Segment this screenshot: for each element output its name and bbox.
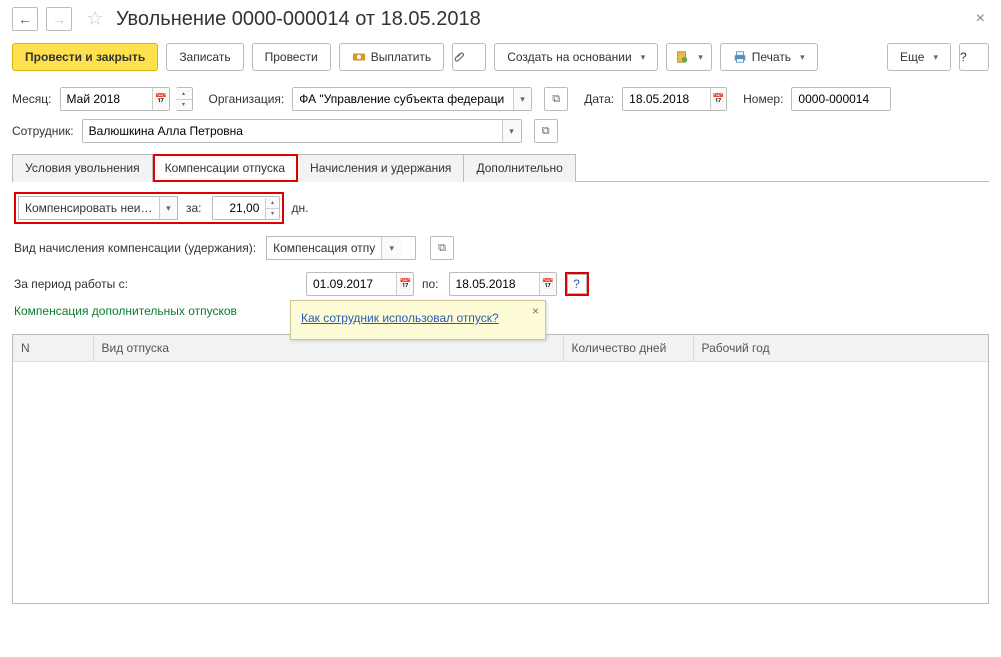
col-n[interactable]: N: [13, 335, 93, 362]
col-year[interactable]: Рабочий год: [693, 335, 988, 362]
org-field[interactable]: [292, 87, 532, 111]
period-from-input[interactable]: [307, 277, 396, 291]
post-button[interactable]: Провести: [252, 43, 331, 71]
employee-label: Сотрудник:: [12, 124, 74, 138]
document-icon: [675, 50, 689, 64]
calendar-icon[interactable]: [710, 88, 727, 110]
stepper-up[interactable]: ▴: [176, 89, 192, 100]
employee-field[interactable]: [82, 119, 522, 143]
month-label: Месяц:: [12, 92, 52, 106]
calendar-icon[interactable]: [539, 273, 556, 295]
employee-dropdown-icon[interactable]: [502, 120, 521, 142]
main-toolbar: Провести и закрыть Записать Провести Вып…: [0, 39, 1001, 83]
tab-bar: Условия увольнения Компенсации отпуска Н…: [12, 153, 989, 182]
number-label: Номер:: [743, 92, 783, 106]
days-input[interactable]: [213, 201, 266, 215]
employee-input[interactable]: [83, 124, 502, 138]
date-input[interactable]: [623, 92, 709, 106]
days-unit-label: дн.: [292, 201, 309, 215]
org-input[interactable]: [293, 92, 513, 106]
calendar-icon[interactable]: [396, 273, 413, 295]
org-label: Организация:: [209, 92, 285, 106]
tab-accruals[interactable]: Начисления и удержания: [298, 154, 464, 182]
stepper-down[interactable]: ▾: [176, 100, 192, 110]
title-bar: ← → ☆ Увольнение 0000-000014 от 18.05.20…: [0, 0, 1001, 39]
accrual-type-open-button[interactable]: ⧉: [430, 236, 454, 260]
dropdown-icon[interactable]: [159, 197, 177, 219]
accrual-type-label: Вид начисления компенсации (удержания):: [14, 241, 256, 255]
month-field[interactable]: [60, 87, 170, 111]
help-button[interactable]: ?: [959, 43, 989, 71]
col-days[interactable]: Количество дней: [563, 335, 693, 362]
tab-conditions[interactable]: Условия увольнения: [12, 154, 153, 182]
tab-additional[interactable]: Дополнительно: [464, 154, 575, 182]
header-fields-row: Месяц: ▴▾ Организация: ⧉ Дата: Номер:: [0, 83, 1001, 115]
stepper-down[interactable]: ▾: [266, 209, 278, 219]
create-based-on-button[interactable]: Создать на основании▾: [494, 43, 658, 71]
employee-row: Сотрудник: ⧉: [0, 115, 1001, 147]
date-label: Дата:: [584, 92, 614, 106]
stepper-up[interactable]: ▴: [266, 198, 278, 209]
printer-icon: [733, 50, 747, 64]
accrual-type-field[interactable]: Компенсация отпу: [266, 236, 416, 260]
tab-compensation[interactable]: Компенсации отпуска: [153, 154, 298, 182]
for-label: за:: [186, 201, 202, 215]
employee-open-button[interactable]: ⧉: [534, 119, 558, 143]
compensation-action-field[interactable]: Компенсировать неиспол: [18, 196, 178, 220]
favorite-star-icon[interactable]: ☆: [86, 6, 104, 31]
compensation-highlight-box: Компенсировать неиспол за: ▴▾: [14, 192, 284, 224]
org-open-button[interactable]: ⧉: [544, 87, 568, 111]
org-dropdown-icon[interactable]: [513, 88, 531, 110]
period-help-highlight: ?: [565, 272, 589, 296]
days-field[interactable]: ▴▾: [212, 196, 280, 220]
more-button[interactable]: Еще▾: [887, 43, 951, 71]
post-and-close-button[interactable]: Провести и закрыть: [12, 43, 158, 71]
period-help-button[interactable]: ?: [567, 274, 587, 294]
attach-button[interactable]: [452, 43, 486, 71]
month-input[interactable]: [61, 92, 152, 106]
period-from-field[interactable]: [306, 272, 414, 296]
save-button[interactable]: Записать: [166, 43, 243, 71]
vacation-table-container: N Вид отпуска Количество дней Рабочий го…: [12, 334, 989, 604]
tooltip-close-button[interactable]: ×: [532, 304, 539, 318]
pay-button[interactable]: Выплатить: [339, 43, 445, 71]
number-field[interactable]: [791, 87, 891, 111]
close-button[interactable]: ×: [976, 10, 989, 28]
nav-forward-button[interactable]: →: [46, 7, 72, 31]
period-from-label: За период работы с:: [14, 277, 296, 291]
page-title: Увольнение 0000-000014 от 18.05.2018: [116, 7, 481, 31]
money-icon: [352, 50, 366, 64]
help-tooltip: × Как сотрудник использовал отпуск?: [290, 300, 546, 340]
dropdown-icon[interactable]: [381, 237, 401, 259]
calendar-icon[interactable]: [152, 88, 169, 110]
number-input[interactable]: [792, 92, 890, 106]
tooltip-link[interactable]: Как сотрудник использовал отпуск?: [301, 311, 499, 325]
print-button[interactable]: Печать▾: [720, 43, 818, 71]
month-stepper[interactable]: ▴▾: [176, 87, 193, 111]
period-to-label: по:: [422, 277, 439, 291]
template-button[interactable]: ▾: [666, 43, 712, 71]
nav-back-button[interactable]: ←: [12, 7, 38, 31]
paperclip-icon: [453, 50, 467, 64]
date-field[interactable]: [622, 87, 727, 111]
period-to-input[interactable]: [450, 277, 539, 291]
period-to-field[interactable]: [449, 272, 557, 296]
